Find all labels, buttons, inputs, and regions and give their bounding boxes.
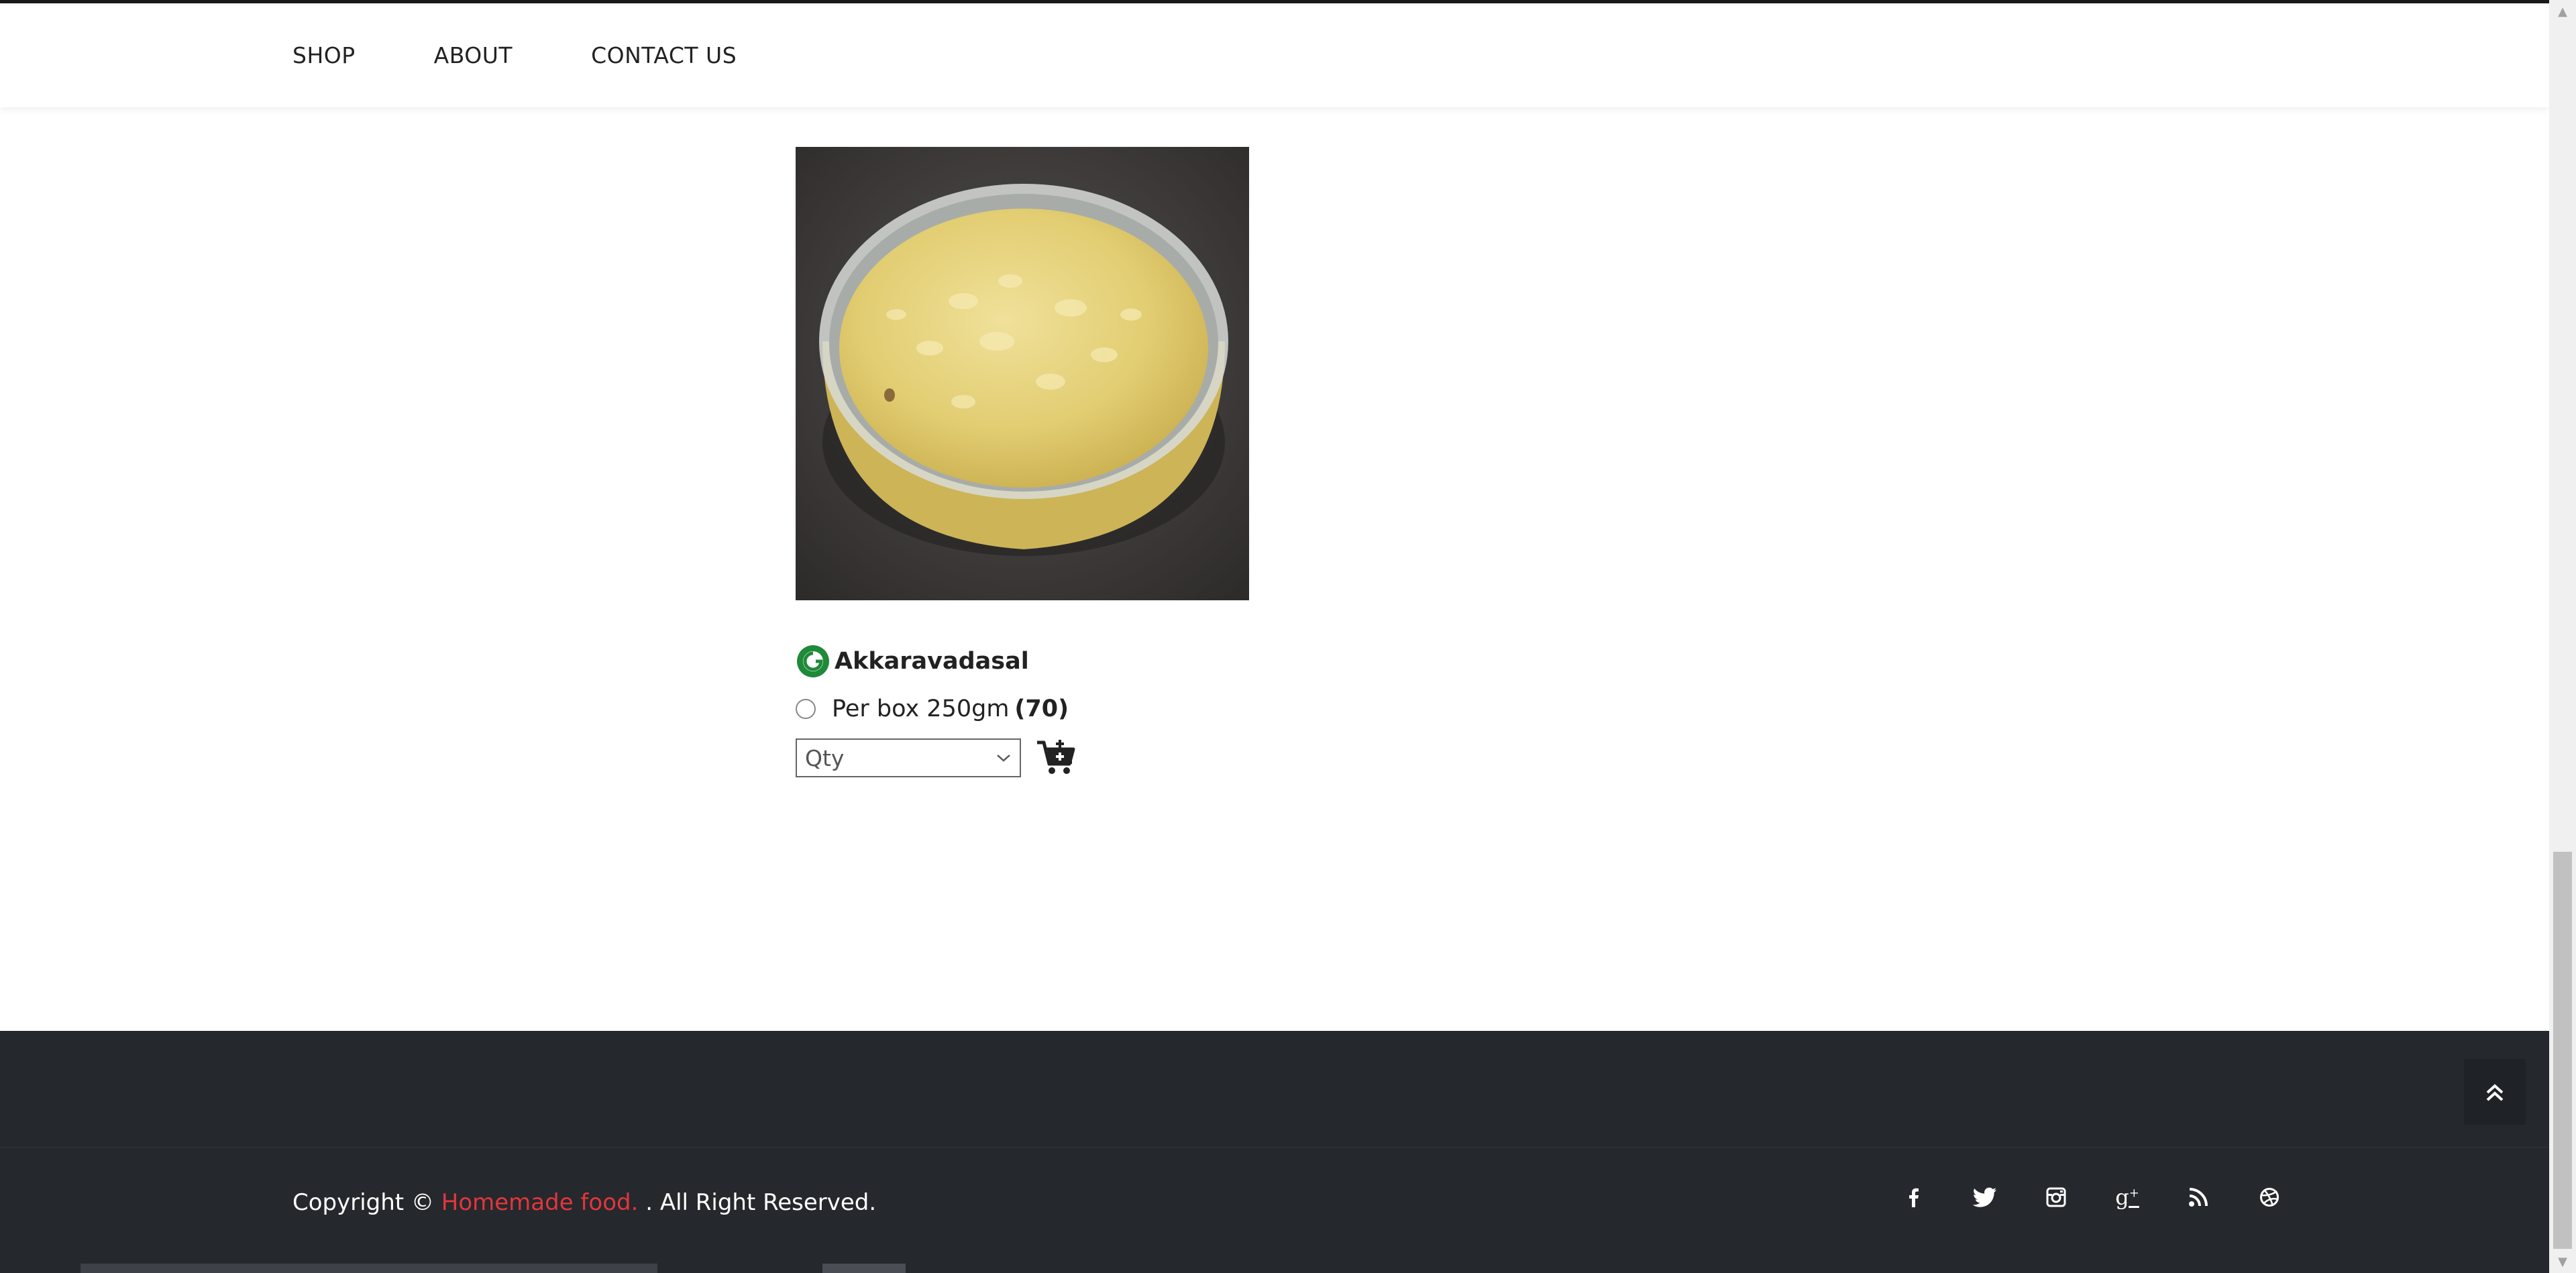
site-header: SHOP ABOUT CONTACT US	[0, 3, 2549, 107]
qty-select-value: Qty	[805, 744, 845, 771]
qty-select[interactable]: Qty	[796, 738, 1021, 777]
rss-icon[interactable]	[2163, 1182, 2234, 1212]
nav-item-contact-us[interactable]: CONTACT US	[591, 42, 737, 68]
site-footer: Copyright © Homemade food. . All Right R…	[0, 1031, 2549, 1273]
nav-item-about[interactable]: ABOUT	[434, 42, 513, 68]
chevron-down-icon	[997, 755, 1010, 762]
nav-item-shop[interactable]: SHOP	[292, 42, 356, 68]
copyright-prefix: Copyright ©	[292, 1189, 441, 1216]
variant-label: Per box 250gm	[832, 696, 1010, 722]
facebook-icon[interactable]	[1878, 1182, 1949, 1212]
product-title-row: Akkaravadasal	[796, 643, 1029, 680]
add-to-cart-icon[interactable]	[1036, 738, 1077, 777]
bottom-bar-segment	[822, 1264, 906, 1273]
variant-radio[interactable]	[796, 699, 816, 719]
footer-divider	[0, 1147, 2549, 1148]
product-image[interactable]	[796, 147, 1249, 600]
main-nav: SHOP ABOUT CONTACT US	[292, 3, 737, 107]
scrollbar-thumb[interactable]	[2553, 852, 2572, 1249]
brand-link[interactable]: Homemade food.	[441, 1189, 639, 1216]
copyright-text: Copyright © Homemade food. . All Right R…	[292, 1189, 876, 1216]
quantity-row: Qty	[796, 736, 1077, 779]
back-to-top-button[interactable]	[2464, 1059, 2526, 1125]
twitter-icon[interactable]	[1949, 1182, 2021, 1212]
scroll-down-arrow[interactable]: ▼	[2553, 1252, 2572, 1272]
google-plus-icon[interactable]: g+	[2092, 1182, 2163, 1212]
veg-badge-icon	[797, 645, 829, 677]
variant-price: (70)	[1014, 696, 1069, 722]
dribbble-icon[interactable]	[2234, 1182, 2305, 1212]
social-links: g+	[1878, 1182, 2305, 1212]
scroll-up-arrow[interactable]: ▲	[2553, 1, 2572, 21]
double-chevron-up-icon	[2486, 1084, 2504, 1101]
bottom-bar-segment	[80, 1264, 657, 1273]
instagram-icon[interactable]	[2021, 1182, 2092, 1212]
product-name[interactable]: Akkaravadasal	[835, 648, 1029, 675]
variant-option: Per box 250gm (70)	[796, 694, 1069, 724]
copyright-suffix: . All Right Reserved.	[638, 1189, 877, 1216]
